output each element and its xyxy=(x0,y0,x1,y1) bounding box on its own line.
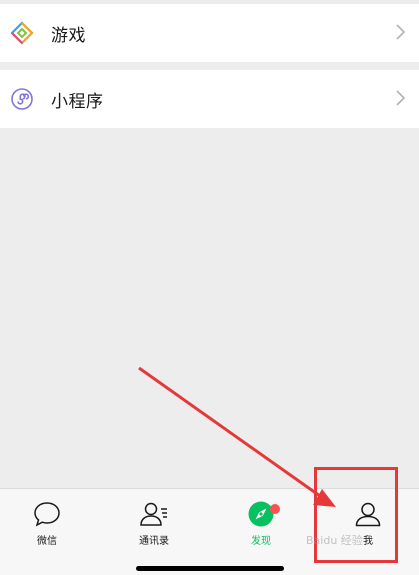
tab-chats[interactable]: 微信 xyxy=(12,499,82,549)
contacts-icon xyxy=(139,499,169,529)
notification-dot xyxy=(270,504,280,514)
tab-label: 微信 xyxy=(37,536,57,547)
chevron-right-icon xyxy=(396,90,406,106)
watermark: Baidu 经验 xyxy=(306,534,363,547)
annotation-highlight-box xyxy=(314,467,398,563)
discover-item-games[interactable]: 游戏 xyxy=(0,4,419,62)
games-icon xyxy=(10,21,34,45)
tab-contacts[interactable]: 通讯录 xyxy=(119,499,189,549)
mini-programs-icon xyxy=(10,87,34,111)
chevron-right-icon xyxy=(396,24,406,40)
discover-item-label: 小程序 xyxy=(51,91,104,112)
tab-label: 通讯录 xyxy=(139,536,169,547)
tab-discover[interactable]: 发现 xyxy=(226,499,296,549)
discover-item-mini-programs[interactable]: 小程序 xyxy=(0,70,419,128)
home-indicator[interactable] xyxy=(136,566,284,571)
discover-item-label: 游戏 xyxy=(51,25,86,46)
tab-label: 发现 xyxy=(251,536,271,547)
compass-icon xyxy=(246,499,276,529)
chat-bubble-icon xyxy=(32,499,62,529)
